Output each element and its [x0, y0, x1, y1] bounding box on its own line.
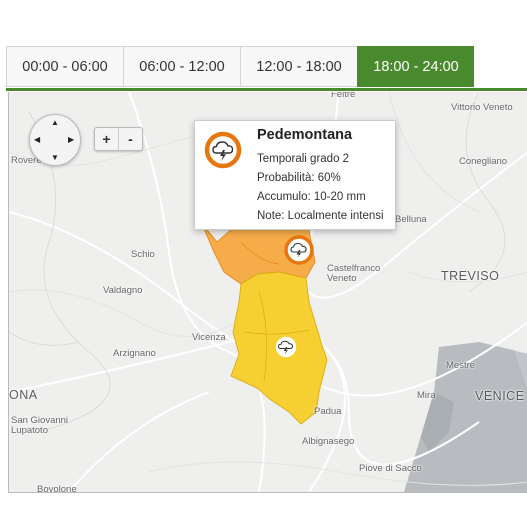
zoom-control: + -	[94, 127, 143, 151]
place-label: VENICE	[475, 389, 525, 403]
place-label: Belluna	[395, 214, 427, 225]
thunderstorm-icon	[204, 131, 242, 169]
place-label: Bovolone	[37, 484, 77, 493]
thunderstorm-icon	[284, 235, 314, 265]
tab-underline	[6, 88, 527, 91]
pan-right-icon[interactable]: ▶	[68, 135, 74, 144]
time-tabs: 00:00 - 06:00 06:00 - 12:00 12:00 - 18:0…	[6, 46, 474, 89]
tab-12-18[interactable]: 12:00 - 18:00	[240, 46, 357, 87]
place-label: Feltre	[331, 92, 356, 100]
tab-06-12[interactable]: 06:00 - 12:00	[123, 46, 240, 87]
zoom-out-button[interactable]: -	[118, 128, 142, 150]
place-label: Mira	[417, 390, 436, 401]
place-label: Vicenza	[192, 332, 226, 343]
thunderstorm-icon	[273, 334, 299, 360]
pan-left-icon[interactable]: ◀	[34, 135, 40, 144]
tab-18-24[interactable]: 18:00 - 24:00	[357, 46, 474, 87]
popup-line: Probabilità: 60%	[257, 172, 341, 184]
place-label: Vittorio Veneto	[451, 102, 513, 113]
pan-control: ▲ ▼ ◀ ▶	[29, 114, 81, 166]
place-label: Albignasego	[302, 436, 355, 447]
popup-title: Pedemontana	[257, 127, 353, 143]
place-label: Mestre	[446, 360, 476, 371]
popup-line: Note: Localmente intensi	[257, 210, 384, 222]
popup-line: Temporali grado 2	[257, 153, 350, 165]
place-label: Arzignano	[113, 348, 156, 359]
place-label: Schio	[131, 249, 155, 260]
zoom-in-button[interactable]: +	[95, 128, 118, 150]
place-label: Conegliano	[459, 156, 508, 167]
place-label: Padua	[314, 406, 342, 417]
place-label: San Giovanni Lupatoto	[11, 415, 69, 436]
map-view[interactable]: Feltre Vittorio Veneto Rovereto Coneglia…	[8, 92, 527, 493]
place-label: Piove di Sacco	[359, 463, 422, 474]
place-label: Castelfranco Veneto	[327, 263, 381, 284]
pan-down-icon[interactable]: ▼	[51, 153, 59, 162]
pan-up-icon[interactable]: ▲	[51, 118, 59, 127]
place-label: TREVISO	[441, 269, 500, 283]
popup-line: Accumulo: 10-20 mm	[257, 191, 366, 203]
place-label: Valdagno	[103, 285, 143, 296]
tab-00-06[interactable]: 00:00 - 06:00	[6, 46, 123, 87]
zone-popup: Pedemontana Temporali grado 2 Probabilit…	[194, 120, 396, 230]
place-label: ONA	[9, 388, 38, 402]
